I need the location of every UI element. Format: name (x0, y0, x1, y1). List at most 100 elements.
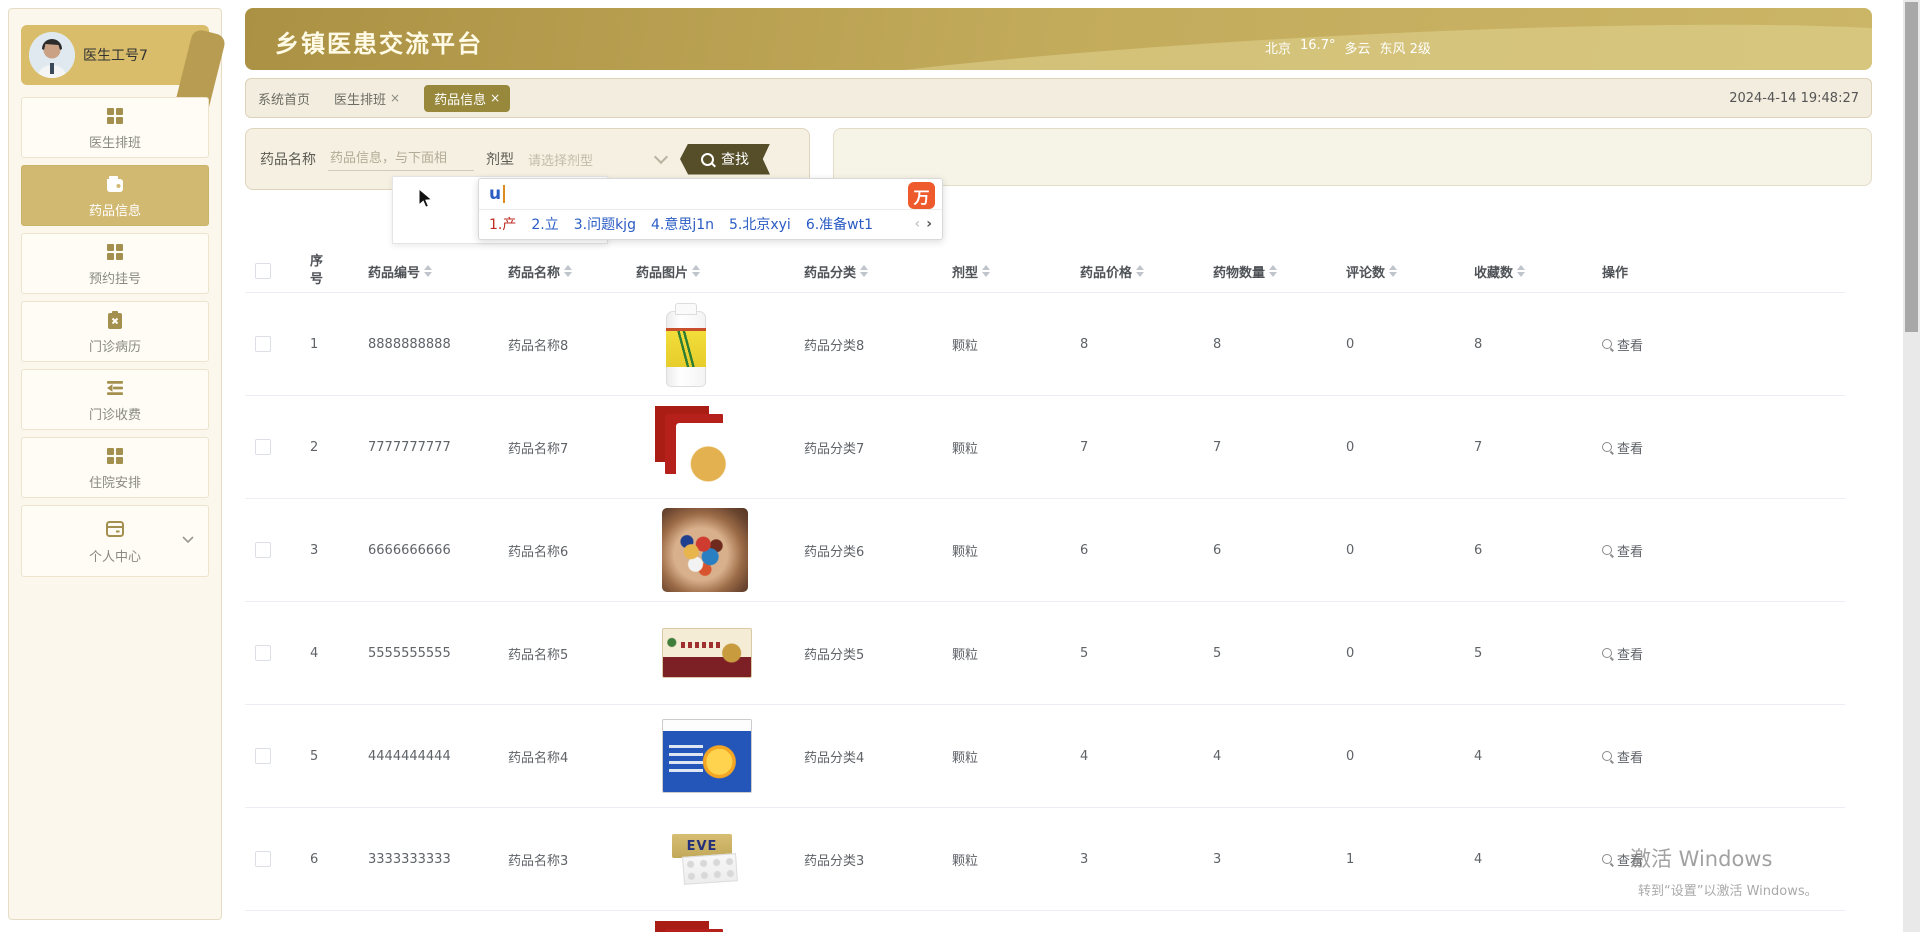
view-link[interactable]: 查看 (1602, 541, 1643, 560)
sidebar: 医生工号7 医生排班 药品信息 预约挂号 门诊病历 门诊收费 住院安排 个人中心 (8, 8, 227, 920)
sort-carets-icon[interactable] (860, 265, 869, 277)
ime-candidate-list: 1.产 2.立 3.问题kjg 4.意思j1n 5.北京xyi 6.准备wt1 … (479, 210, 942, 238)
column-header[interactable]: 药品图片 (626, 250, 794, 293)
ime-next-page[interactable]: › (926, 216, 932, 232)
sidebar-item-doctor-schedule[interactable]: 医生排班 (21, 97, 209, 158)
sidebar-item-hospitalization[interactable]: 住院安排 (21, 437, 209, 498)
column-header-label: 剂型 (952, 265, 979, 281)
view-link[interactable]: 查看 (1602, 850, 1643, 869)
ime-brand-icon[interactable]: 万 (908, 182, 935, 209)
sort-carets-icon[interactable] (564, 265, 573, 277)
row-index: 2 (310, 439, 319, 455)
comment-count: 1 (1346, 851, 1355, 867)
vertical-scrollbar[interactable] (1903, 0, 1920, 932)
column-header[interactable]: 评论数 (1336, 250, 1464, 293)
drug-name-input[interactable] (328, 147, 474, 171)
wallet-icon (104, 173, 126, 195)
row-checkbox[interactable] (255, 851, 271, 867)
scrollbar-thumb[interactable] (1905, 2, 1918, 332)
row-checkbox[interactable] (255, 542, 271, 558)
column-header-label: 药品分类 (804, 265, 857, 281)
drug-name: 药品名称6 (508, 544, 569, 560)
close-icon[interactable]: × (390, 91, 400, 105)
clipboard-x-icon (104, 309, 126, 331)
ime-candidate[interactable]: 3.问题kjg (574, 214, 636, 234)
tab-drug-info[interactable]: 药品信息 × (424, 84, 511, 112)
column-header[interactable]: 药品编号 (358, 250, 498, 293)
sidebar-item-personal-center[interactable]: 个人中心 (21, 505, 209, 577)
tab-label: 医生排班 (334, 92, 387, 108)
drug-image (662, 719, 752, 793)
column-header[interactable]: 药品名称 (498, 250, 626, 293)
dosage-form-select[interactable]: 请选择剂型 (526, 146, 669, 173)
table-header-row: 序号 药品编号 药品名称 药品图片 药品分类 剂型 药品价格 药物数量 评论数 收藏数 操作 (245, 250, 1845, 293)
drug-form: 颗粒 (952, 338, 979, 354)
drug-category: 药品分类6 (804, 544, 865, 560)
row-checkbox[interactable] (255, 645, 271, 661)
sidebar-item-appointment[interactable]: 预约挂号 (21, 233, 209, 294)
drug-form: 颗粒 (952, 441, 979, 457)
search-icon (701, 152, 714, 166)
sort-carets-icon[interactable] (1136, 265, 1145, 277)
column-header[interactable]: 收藏数 (1464, 250, 1592, 293)
row-checkbox[interactable] (255, 439, 271, 455)
view-link[interactable]: 查看 (1602, 644, 1643, 663)
view-link-label: 查看 (1617, 441, 1644, 457)
view-link[interactable]: 查看 (1602, 438, 1643, 457)
column-header[interactable]: 药品分类 (794, 250, 942, 293)
column-header: 操作 (1592, 250, 1845, 293)
page-title: 乡镇医患交流平台 (275, 30, 483, 58)
drug-category: 药品分类8 (804, 338, 865, 354)
tab-doctor-schedule[interactable]: 医生排班 × (334, 89, 400, 108)
sort-carets-icon[interactable] (1269, 265, 1278, 277)
select-all-checkbox[interactable] (255, 263, 271, 279)
ime-candidate[interactable]: 1.产 (489, 214, 516, 234)
weather-condition: 多云 (1344, 42, 1371, 57)
sort-carets-icon[interactable] (692, 265, 701, 277)
drug-code: 3333333333 (368, 851, 451, 867)
sidebar-menu: 医生排班 药品信息 预约挂号 门诊病历 门诊收费 住院安排 个人中心 (21, 97, 209, 577)
row-checkbox[interactable] (255, 748, 271, 764)
magnifier-icon (1602, 854, 1612, 864)
sidebar-item-outpatient-record[interactable]: 门诊病历 (21, 301, 209, 362)
ime-candidate[interactable]: 4.意思j1n (651, 214, 714, 234)
grid-icon (104, 241, 126, 263)
ime-prev-page[interactable]: ‹ (914, 216, 920, 232)
favorite-count: 5 (1474, 645, 1483, 661)
column-header[interactable]: 剂型 (942, 250, 1070, 293)
sort-carets-icon[interactable] (982, 265, 991, 277)
column-header: 序号 (300, 250, 358, 293)
sort-carets-icon[interactable] (424, 265, 433, 277)
view-link[interactable]: 查看 (1602, 747, 1643, 766)
tab-home[interactable]: 系统首页 (258, 89, 310, 108)
drug-category: 药品分类4 (804, 750, 865, 766)
drug-category: 药品分类3 (804, 853, 865, 869)
sort-carets-icon[interactable] (1517, 265, 1526, 277)
sort-carets-icon[interactable] (1389, 265, 1398, 277)
drug-form: 颗粒 (952, 853, 979, 869)
row-index: 6 (310, 851, 319, 867)
sidebar-item-outpatient-billing[interactable]: 门诊收费 (21, 369, 209, 430)
row-index: 3 (310, 542, 319, 558)
chevron-down-icon[interactable] (182, 536, 194, 544)
sidebar-item-drug-info[interactable]: 药品信息 (21, 165, 209, 226)
column-header[interactable]: 药物数量 (1203, 250, 1336, 293)
table-row: 6 3333333333 药品名称3 药品分类3 颗粒 3 3 1 4 查看 (245, 807, 1845, 911)
magnifier-icon (1602, 442, 1612, 452)
close-icon[interactable]: × (490, 91, 500, 105)
ime-candidate[interactable]: 6.准备wt1 (806, 214, 873, 234)
search-button[interactable]: 查找 (680, 143, 770, 175)
comment-count: 0 (1346, 336, 1355, 352)
ime-candidate[interactable]: 5.北京xyi (729, 214, 791, 234)
list-arrow-icon (104, 377, 126, 399)
row-checkbox[interactable] (255, 336, 271, 352)
ime-popup: u 万 1.产 2.立 3.问题kjg 4.意思j1n 5.北京xyi 6.准备… (478, 178, 943, 240)
column-header-label: 操作 (1602, 265, 1629, 281)
drug-code: 8888888888 (368, 336, 451, 352)
drug-name: 药品名称3 (508, 853, 569, 869)
ime-candidate[interactable]: 2.立 (531, 214, 558, 234)
view-link[interactable]: 查看 (1602, 335, 1643, 354)
column-header[interactable]: 药品价格 (1070, 250, 1203, 293)
drug-name-label: 药品名称 (260, 152, 316, 168)
drug-category: 药品分类5 (804, 647, 865, 663)
